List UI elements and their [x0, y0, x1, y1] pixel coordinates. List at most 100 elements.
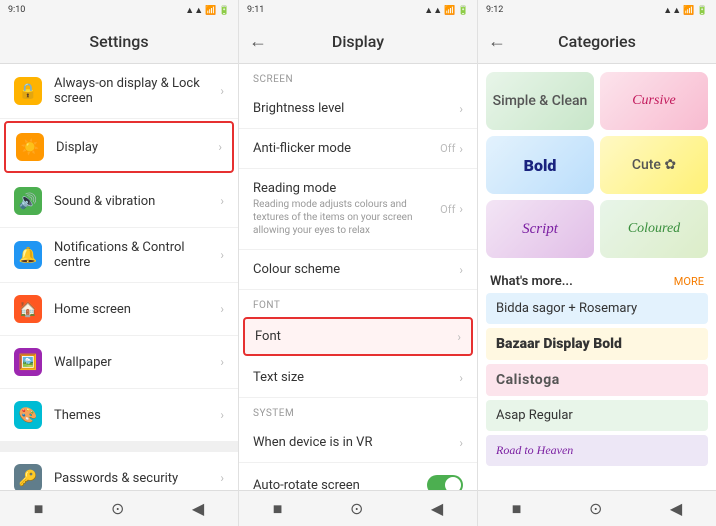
back-arrow-categories[interactable]: ←: [488, 31, 506, 52]
nav-circle-3[interactable]: ⊙: [573, 495, 618, 522]
chevron-icon: ›: [220, 355, 224, 369]
font-item-asap[interactable]: Asap Regular: [486, 400, 708, 431]
nav-square-2[interactable]: ■: [257, 495, 299, 523]
settings-item-themes[interactable]: 🎨 Themes ›: [0, 389, 238, 442]
status-icons-2: ▲▲ 📶 🔋: [424, 5, 469, 16]
divider: [0, 442, 238, 452]
autorotate-toggle[interactable]: [427, 475, 463, 490]
reading-label: Reading mode: [253, 181, 440, 196]
bidda-label: Bidda sagor + Rosemary: [496, 301, 637, 316]
sound-icon: 🔊: [14, 187, 42, 215]
status-time-2: 9:11: [247, 5, 264, 15]
font-item-bidda[interactable]: Bidda sagor + Rosemary: [486, 293, 708, 324]
whats-more-title: What's more...: [490, 274, 573, 289]
simple-label: Simple & Clean: [493, 93, 588, 109]
chevron-icon: ›: [459, 102, 463, 116]
chevron-icon: ›: [459, 371, 463, 385]
chevron-icon: ›: [459, 436, 463, 450]
theme-card-cursive[interactable]: Cursive: [600, 72, 708, 130]
font-item-bazaar[interactable]: Bazaar Display Bold: [486, 328, 708, 360]
chevron-icon: ›: [218, 140, 222, 154]
asap-label: Asap Regular: [496, 408, 573, 423]
chevron-icon: ›: [220, 248, 224, 262]
theme-card-bold[interactable]: Bold: [486, 136, 594, 194]
nav-square-3[interactable]: ■: [496, 495, 538, 523]
nav-back-3[interactable]: ◀: [654, 495, 698, 522]
status-time-3: 9:12: [486, 5, 503, 15]
chevron-icon: ›: [459, 142, 463, 156]
settings-title: Settings: [89, 32, 148, 51]
display-item-autorotate[interactable]: Auto-rotate screen: [239, 463, 477, 490]
passwords-icon: 🔑: [14, 464, 42, 490]
settings-list: 🔒 Always-on display & Lock screen › ☀️ D…: [0, 64, 238, 490]
status-bar-3: 9:12 ▲▲ 📶 🔋: [478, 0, 716, 20]
sound-label: Sound & vibration: [54, 194, 220, 209]
more-label[interactable]: MORE: [674, 275, 704, 288]
section-font: FONT: [239, 290, 477, 315]
themes-icon: 🎨: [14, 401, 42, 429]
bazaar-label: Bazaar Display Bold: [496, 336, 622, 352]
wallpaper-label: Wallpaper: [54, 355, 220, 370]
back-arrow-display[interactable]: ←: [249, 31, 267, 52]
theme-card-script[interactable]: Script: [486, 200, 594, 258]
status-icons-1: ▲▲ 📶 🔋: [185, 5, 230, 16]
script-label: Script: [522, 221, 558, 238]
section-system: SYSTEM: [239, 398, 477, 423]
calistoga-label: Calistoga: [496, 372, 560, 388]
settings-item-wallpaper[interactable]: 🖼️ Wallpaper ›: [0, 336, 238, 389]
settings-item-home[interactable]: 🏠 Home screen ›: [0, 283, 238, 336]
display-item-textsize[interactable]: Text size ›: [239, 358, 477, 398]
settings-item-sound[interactable]: 🔊 Sound & vibration ›: [0, 175, 238, 228]
nav-back-1[interactable]: ◀: [176, 495, 220, 522]
reading-sub: Reading mode adjusts colours and texture…: [253, 198, 440, 237]
antiflicker-label: Anti-flicker mode: [253, 141, 440, 156]
status-bar-1: 9:10 ▲▲ 📶 🔋: [0, 0, 238, 20]
autorotate-label: Auto-rotate screen: [253, 478, 427, 491]
coloured-label: Coloured: [628, 221, 680, 237]
display-item-brightness[interactable]: Brightness level ›: [239, 89, 477, 129]
nav-circle-2[interactable]: ⊙: [334, 495, 379, 522]
nav-circle-1[interactable]: ⊙: [95, 495, 140, 522]
display-list: SCREEN Brightness level › Anti-flicker m…: [239, 64, 477, 490]
display-item-vr[interactable]: When device is in VR ›: [239, 423, 477, 463]
font-item-calistoga[interactable]: Calistoga: [486, 364, 708, 396]
passwords-label: Passwords & security: [54, 471, 220, 486]
font-label: Font: [255, 329, 457, 344]
display-item-reading[interactable]: Reading mode Reading mode adjusts colour…: [239, 169, 477, 250]
theme-grid: Simple & Clean Cursive Bold Cute ✿ Scrip…: [486, 72, 708, 258]
settings-item-display[interactable]: ☀️ Display ›: [4, 121, 234, 173]
whats-more-section: What's more... MORE: [486, 268, 708, 293]
chevron-icon: ›: [220, 84, 224, 98]
chevron-icon: ›: [459, 202, 463, 216]
chevron-icon: ›: [457, 330, 461, 344]
cute-label: Cute ✿: [632, 157, 676, 173]
textsize-label: Text size: [253, 370, 459, 385]
nav-back-2[interactable]: ◀: [415, 495, 459, 522]
nav-bar-3: ■ ⊙ ◀: [478, 490, 716, 526]
display-item-font[interactable]: Font ›: [243, 317, 473, 356]
settings-item-alwayson[interactable]: 🔒 Always-on display & Lock screen ›: [0, 64, 238, 119]
brightness-label: Brightness level: [253, 101, 459, 116]
chevron-icon: ›: [220, 194, 224, 208]
antiflicker-value: Off: [440, 142, 455, 155]
font-item-road[interactable]: Road to Heaven: [486, 435, 708, 466]
settings-item-notifications[interactable]: 🔔 Notifications & Control centre ›: [0, 228, 238, 283]
categories-title: Categories: [558, 32, 636, 51]
section-screen: SCREEN: [239, 64, 477, 89]
categories-content: Simple & Clean Cursive Bold Cute ✿ Scrip…: [478, 64, 716, 490]
vr-label: When device is in VR: [253, 435, 459, 450]
settings-header: Settings: [0, 20, 238, 64]
display-panel: 9:11 ▲▲ 📶 🔋 ← Display SCREEN Brightness …: [239, 0, 478, 526]
settings-item-passwords[interactable]: 🔑 Passwords & security ›: [0, 452, 238, 490]
theme-card-simple[interactable]: Simple & Clean: [486, 72, 594, 130]
theme-card-coloured[interactable]: Coloured: [600, 200, 708, 258]
alwayson-label: Always-on display & Lock screen: [54, 76, 220, 106]
display-item-antiflicker[interactable]: Anti-flicker mode Off ›: [239, 129, 477, 169]
bold-label: Bold: [524, 156, 557, 175]
nav-square-1[interactable]: ■: [18, 495, 60, 523]
chevron-icon: ›: [459, 263, 463, 277]
home-icon: 🏠: [14, 295, 42, 323]
display-item-colour[interactable]: Colour scheme ›: [239, 250, 477, 290]
nav-bar-1: ■ ⊙ ◀: [0, 490, 238, 526]
theme-card-cute[interactable]: Cute ✿: [600, 136, 708, 194]
